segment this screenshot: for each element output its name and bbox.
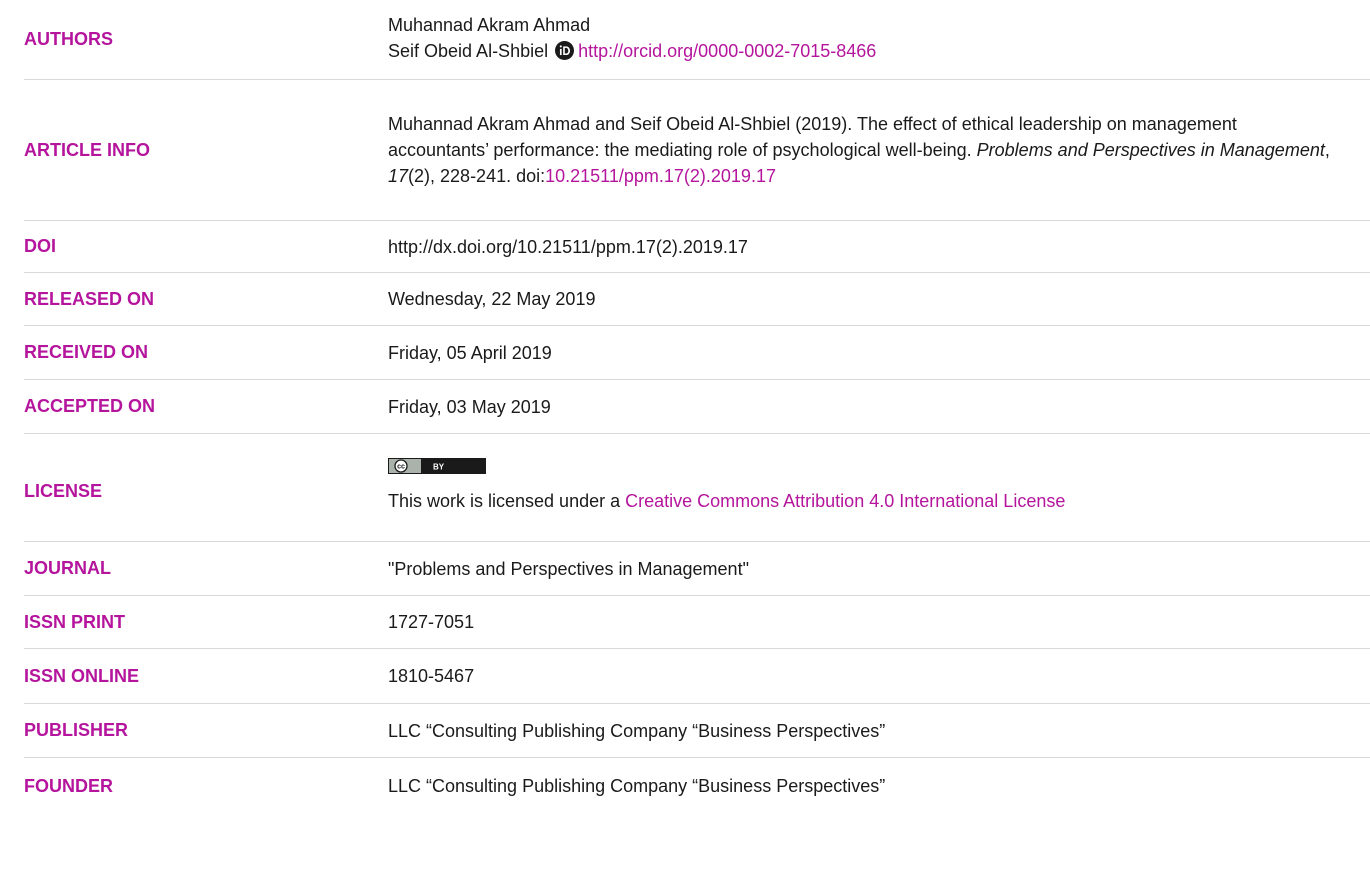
citation-volume: 17 [388,166,409,186]
citation-doi-link[interactable]: 10.21511/ppm.17(2).2019.17 [545,166,776,186]
journal-label: JOURNAL [24,558,112,578]
issn-online-label: ISSN ONLINE [24,665,140,686]
released-on-value: Wednesday, 22 May 2019 [388,289,596,309]
authors-label: AUTHORS [24,29,113,49]
row-released-on: RELEASED ON Wednesday, 22 May 2019 [24,273,1370,326]
received-on-label: RECEIVED ON [24,342,149,362]
by-badge-text: BY [433,462,445,471]
row-issn-online: ISSN ONLINE 1810-5467 [24,649,1370,704]
article-info-value: Muhannad Akram Ahmad and Seif Obeid Al-S… [388,111,1370,189]
citation-sep: , [1324,140,1330,160]
row-doi: DOI http://dx.doi.org/10.21511/ppm.17(2)… [24,221,1370,273]
founder-value: LLC “Consulting Publishing Company “Busi… [388,776,886,796]
author-2-line: Seif Obeid Al-Shbiel http://orcid.org/00… [388,38,1370,64]
row-journal: JOURNAL "Problems and Perspectives in Ma… [24,542,1370,596]
row-license: LICENSE cc BY This work is licensed unde… [24,434,1370,542]
article-info-label: ARTICLE INFO [24,139,150,160]
author-2: Seif Obeid Al-Shbiel [388,40,549,61]
publisher-value: LLC “Consulting Publishing Company “Busi… [388,720,886,741]
license-label: LICENSE [24,481,103,501]
row-authors: AUTHORS Muhannad Akram Ahmad Seif Obeid … [24,0,1370,80]
received-on-value: Friday, 05 April 2019 [388,342,552,363]
row-accepted-on: ACCEPTED ON Friday, 03 May 2019 [24,380,1370,434]
row-founder: FOUNDER LLC “Consulting Publishing Compa… [24,758,1370,814]
cc-badge-text: cc [397,463,405,470]
article-info-table: AUTHORS Muhannad Akram Ahmad Seif Obeid … [24,0,1370,814]
author-1: Muhannad Akram Ahmad [388,14,591,35]
license-text: This work is licensed under a Creative C… [388,488,1370,514]
issn-print-label: ISSN PRINT [24,611,126,632]
row-received-on: RECEIVED ON Friday, 05 April 2019 [24,326,1370,380]
row-publisher: PUBLISHER LLC “Consulting Publishing Com… [24,704,1370,758]
founder-label: FOUNDER [24,775,113,796]
row-article-info: ARTICLE INFO Muhannad Akram Ahmad and Se… [24,80,1370,221]
journal-value: "Problems and Perspectives in Management… [388,558,749,579]
accepted-on-value: Friday, 03 May 2019 [388,396,551,417]
row-issn-print: ISSN PRINT 1727-7051 [24,596,1370,649]
issn-online-value: 1810-5467 [388,666,475,686]
publisher-label: PUBLISHER [24,720,129,740]
license-link[interactable]: Creative Commons Attribution 4.0 Interna… [625,491,1065,511]
issn-print-value: 1727-7051 [388,612,475,632]
doi-label: DOI [24,236,57,256]
doi-value: http://dx.doi.org/10.21511/ppm.17(2).201… [388,236,748,257]
license-prefix: This work is licensed under a [388,490,626,511]
accepted-on-label: ACCEPTED ON [24,396,156,416]
orcid-link[interactable]: http://orcid.org/0000-0002-7015-8466 [578,41,876,61]
authors-value: Muhannad Akram Ahmad Seif Obeid Al-Shbie… [388,12,1370,64]
released-on-label: RELEASED ON [24,288,155,309]
citation-journal: Problems and Perspectives in Management [976,140,1325,160]
license-value: cc BY This work is licensed under a Crea… [388,456,1370,514]
orcid-icon [555,40,575,60]
citation-issue: (2), 228-241. doi: [408,166,546,186]
cc-by-badge-icon: cc BY [388,457,486,474]
